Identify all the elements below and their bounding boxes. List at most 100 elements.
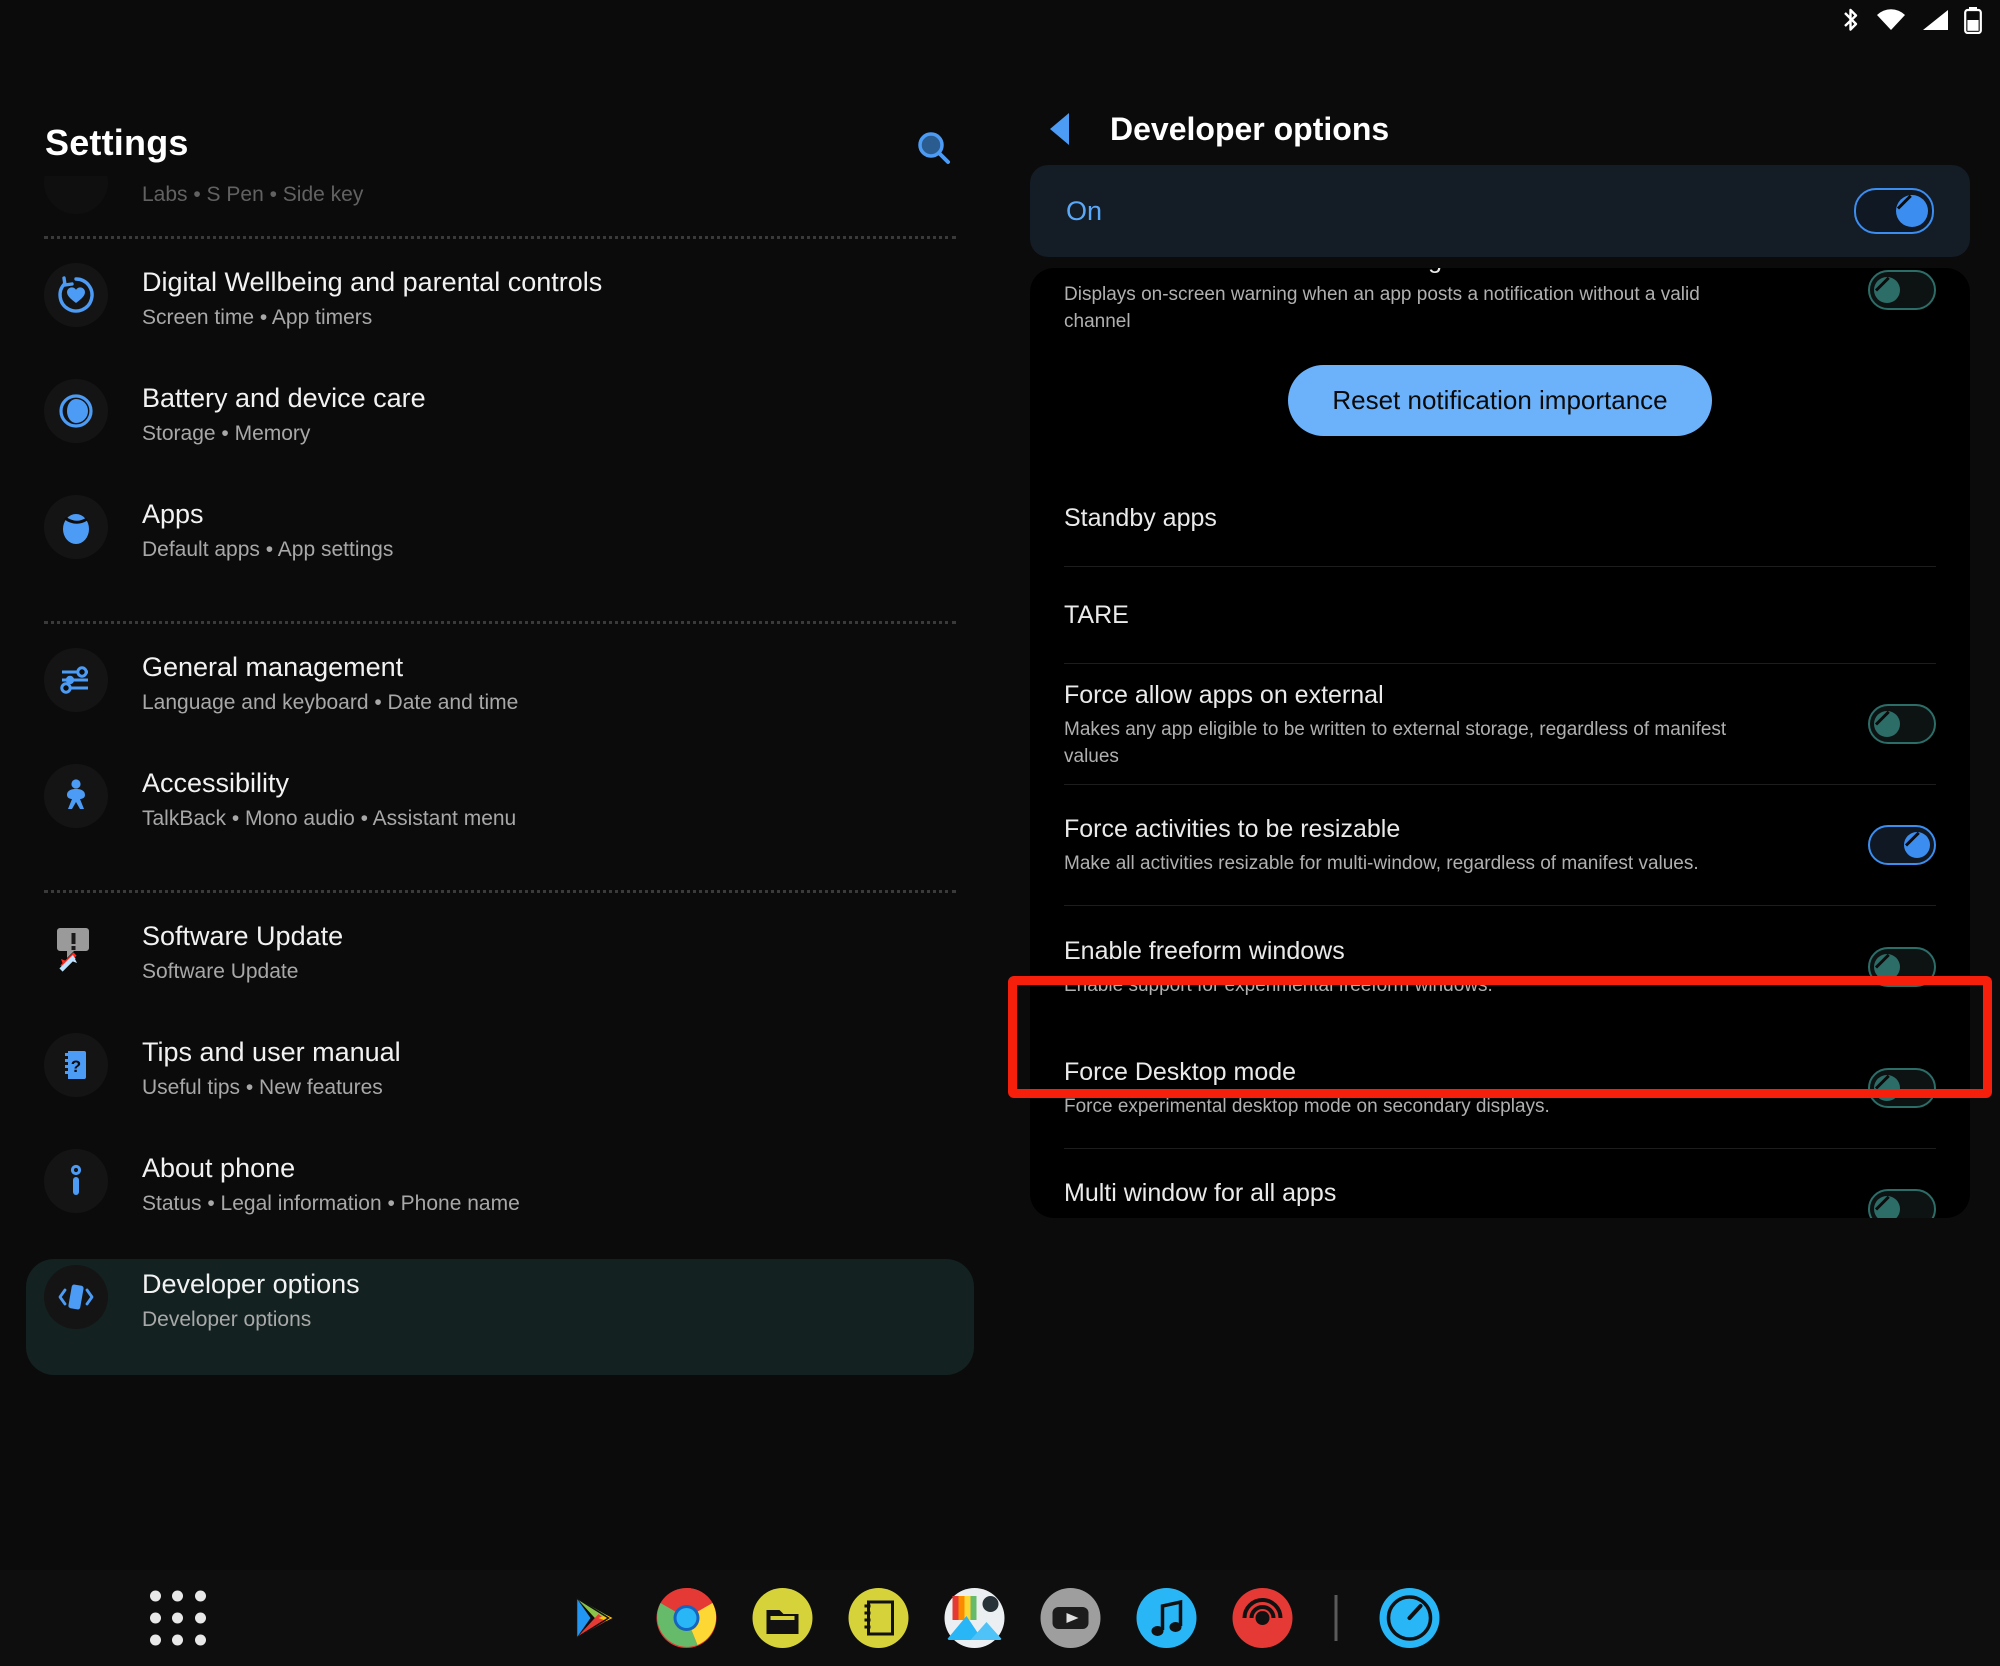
photos-icon[interactable] — [941, 1584, 1009, 1652]
sidebar-item-apps[interactable]: Apps Default apps • App settings — [0, 489, 1000, 605]
general-management-icon — [44, 648, 108, 712]
pref-subtitle: Makes any app eligible to be written to … — [1064, 718, 1727, 767]
list-item-subtitle: TalkBack • Mono audio • Assistant menu — [142, 807, 517, 830]
digital-wellbeing-icon — [44, 263, 108, 327]
list-item-subtitle: Language and keyboard • Date and time — [142, 691, 519, 714]
pref-enable-freeform-windows[interactable]: Enable freeform windows Enable support f… — [1030, 906, 1970, 1028]
signal-icon — [1920, 8, 1950, 32]
taskbar-separator — [1334, 1595, 1338, 1641]
app-drawer-icon[interactable] — [150, 1590, 206, 1646]
sidebar-item-about-phone[interactable]: About phone Status • Legal information •… — [0, 1143, 1000, 1259]
list-item-title: Accessibility — [142, 768, 290, 798]
developer-options-pane: Developer options On Show notification c… — [1000, 46, 2000, 1616]
divider — [44, 621, 956, 624]
pref-subtitle: Displays on-screen warning when an app p… — [1064, 284, 1700, 332]
bluetooth-icon — [1840, 6, 1862, 34]
back-arrow-icon — [1050, 113, 1069, 145]
developer-options-scroll-card[interactable]: Show notification channel warnings Displ… — [1030, 268, 1970, 1218]
pref-toggle[interactable] — [1868, 947, 1936, 987]
sidebar-item-general-management[interactable]: General management Language and keyboard… — [0, 642, 1000, 758]
music-icon[interactable] — [1133, 1584, 1201, 1652]
settings-pane: Settings Labs • S Pen • Side key Digital… — [0, 46, 1000, 1616]
wifi-icon — [1876, 8, 1906, 32]
list-item-title: Battery and device care — [142, 383, 426, 413]
master-switch-toggle[interactable] — [1854, 188, 1934, 234]
divider — [44, 890, 956, 893]
list-item-title: Developer options — [142, 1269, 360, 1299]
pref-toggle[interactable] — [1868, 704, 1936, 744]
sidebar-item-software-update[interactable]: Software Update Software Update — [0, 911, 1000, 1027]
list-item-title: About phone — [142, 1153, 296, 1183]
pref-toggle[interactable] — [1868, 1189, 1936, 1218]
pref-title: Force Desktop mode — [1064, 1058, 1297, 1086]
pref-toggle[interactable] — [1868, 825, 1936, 865]
pref-force-desktop-mode[interactable]: Force Desktop mode Force experimental de… — [1030, 1028, 1970, 1148]
settings-list: Labs • S Pen • Side key Digital Wellbein… — [0, 176, 1000, 1375]
play-store-icon[interactable] — [556, 1584, 625, 1652]
reset-notification-importance-button[interactable]: Reset notification importance — [1288, 365, 1712, 436]
youtube-icon[interactable] — [1037, 1584, 1105, 1652]
pref-subtitle: Allow non-resizable apps to appear in mu… — [1064, 1214, 1499, 1218]
divider — [44, 236, 956, 239]
list-item-title: General management — [142, 652, 404, 682]
list-item-subtitle: Default apps • App settings — [142, 538, 394, 561]
tips-icon: ? — [44, 1033, 108, 1097]
search-button[interactable] — [910, 124, 958, 172]
pref-title: TARE — [1064, 601, 1129, 629]
accessibility-icon — [44, 764, 108, 828]
list-item-title: Digital Wellbeing and parental controls — [142, 267, 603, 297]
pref-title: Enable freeform windows — [1064, 937, 1345, 965]
sidebar-item-digital-wellbeing[interactable]: Digital Wellbeing and parental controls … — [0, 257, 1000, 373]
software-update-icon — [44, 917, 108, 981]
pref-subtitle: Make all activities resizable for multi-… — [1064, 853, 1699, 874]
notes-icon[interactable] — [845, 1584, 913, 1652]
list-item-title: Apps — [142, 499, 204, 529]
pref-toggle[interactable] — [1868, 269, 1936, 310]
list-item-title: Tips and user manual — [142, 1037, 401, 1067]
back-button[interactable] — [1038, 106, 1084, 152]
page-title: Settings — [45, 122, 189, 163]
sidebar-item-battery-device-care[interactable]: Battery and device care Storage • Memory — [0, 373, 1000, 489]
sidebar-item-accessibility[interactable]: Accessibility TalkBack • Mono audio • As… — [0, 758, 1000, 874]
taskbar-apps — [556, 1584, 1444, 1652]
list-item-subtitle: Status • Legal information • Phone name — [142, 1192, 520, 1215]
list-item-subtitle: Storage • Memory — [142, 422, 311, 445]
apps-icon — [44, 495, 108, 559]
sidebar-item-developer-options[interactable]: Developer options Developer options — [26, 1259, 974, 1375]
speedometer-icon[interactable] — [1376, 1584, 1444, 1652]
list-item-subtitle: Software Update — [142, 960, 299, 983]
pref-force-activities-resizable[interactable]: Force activities to be resizable Make al… — [1030, 785, 1970, 905]
pref-title: Show notification channel warnings — [1064, 268, 1764, 276]
developer-options-master-switch-card[interactable]: On — [1030, 165, 1970, 257]
preferences-list: Show notification channel warnings Displ… — [1030, 268, 1970, 1218]
list-item-subtitle: Labs • S Pen • Side key — [142, 183, 364, 206]
files-icon[interactable] — [749, 1584, 817, 1652]
list-item-subtitle: Useful tips • New features — [142, 1076, 383, 1099]
search-icon — [918, 132, 950, 164]
pref-toggle[interactable] — [1868, 1068, 1936, 1108]
list-item-subtitle: Screen time • App timers — [142, 306, 373, 329]
status-bar — [0, 0, 2000, 46]
master-switch-label: On — [1066, 195, 1103, 226]
battery-icon — [1964, 6, 1982, 34]
list-item-partial[interactable]: Labs • S Pen • Side key — [0, 176, 1000, 220]
pref-tare[interactable]: TARE — [1030, 567, 1970, 663]
list-item-subtitle: Developer options — [142, 1308, 312, 1331]
developer-options-icon — [44, 1265, 108, 1329]
pref-multi-window-for-all-apps[interactable]: Multi window for all apps Allow non-resi… — [1030, 1149, 1970, 1218]
partial-icon — [44, 176, 108, 214]
pref-show-notification-channel-warnings[interactable]: Show notification channel warnings Displ… — [1030, 268, 1970, 335]
pref-subtitle: Enable support for experimental freeform… — [1064, 975, 1493, 996]
podcast-icon[interactable] — [1229, 1584, 1297, 1652]
list-item-title: Software Update — [142, 921, 344, 951]
pref-standby-apps[interactable]: Standby apps — [1030, 470, 1970, 566]
pref-subtitle: Force experimental desktop mode on secon… — [1064, 1096, 1550, 1117]
chrome-icon[interactable] — [653, 1584, 721, 1652]
pref-title: Multi window for all apps — [1064, 1179, 1337, 1207]
pref-title: Force activities to be resizable — [1064, 815, 1401, 843]
battery-care-icon — [44, 379, 108, 443]
pref-force-allow-apps-on-external[interactable]: Force allow apps on external Makes any a… — [1030, 664, 1970, 784]
pref-title: Standby apps — [1064, 504, 1217, 532]
device-screen: Settings Labs • S Pen • Side key Digital… — [0, 0, 2000, 1666]
sidebar-item-tips[interactable]: ? Tips and user manual Useful tips • New… — [0, 1027, 1000, 1143]
